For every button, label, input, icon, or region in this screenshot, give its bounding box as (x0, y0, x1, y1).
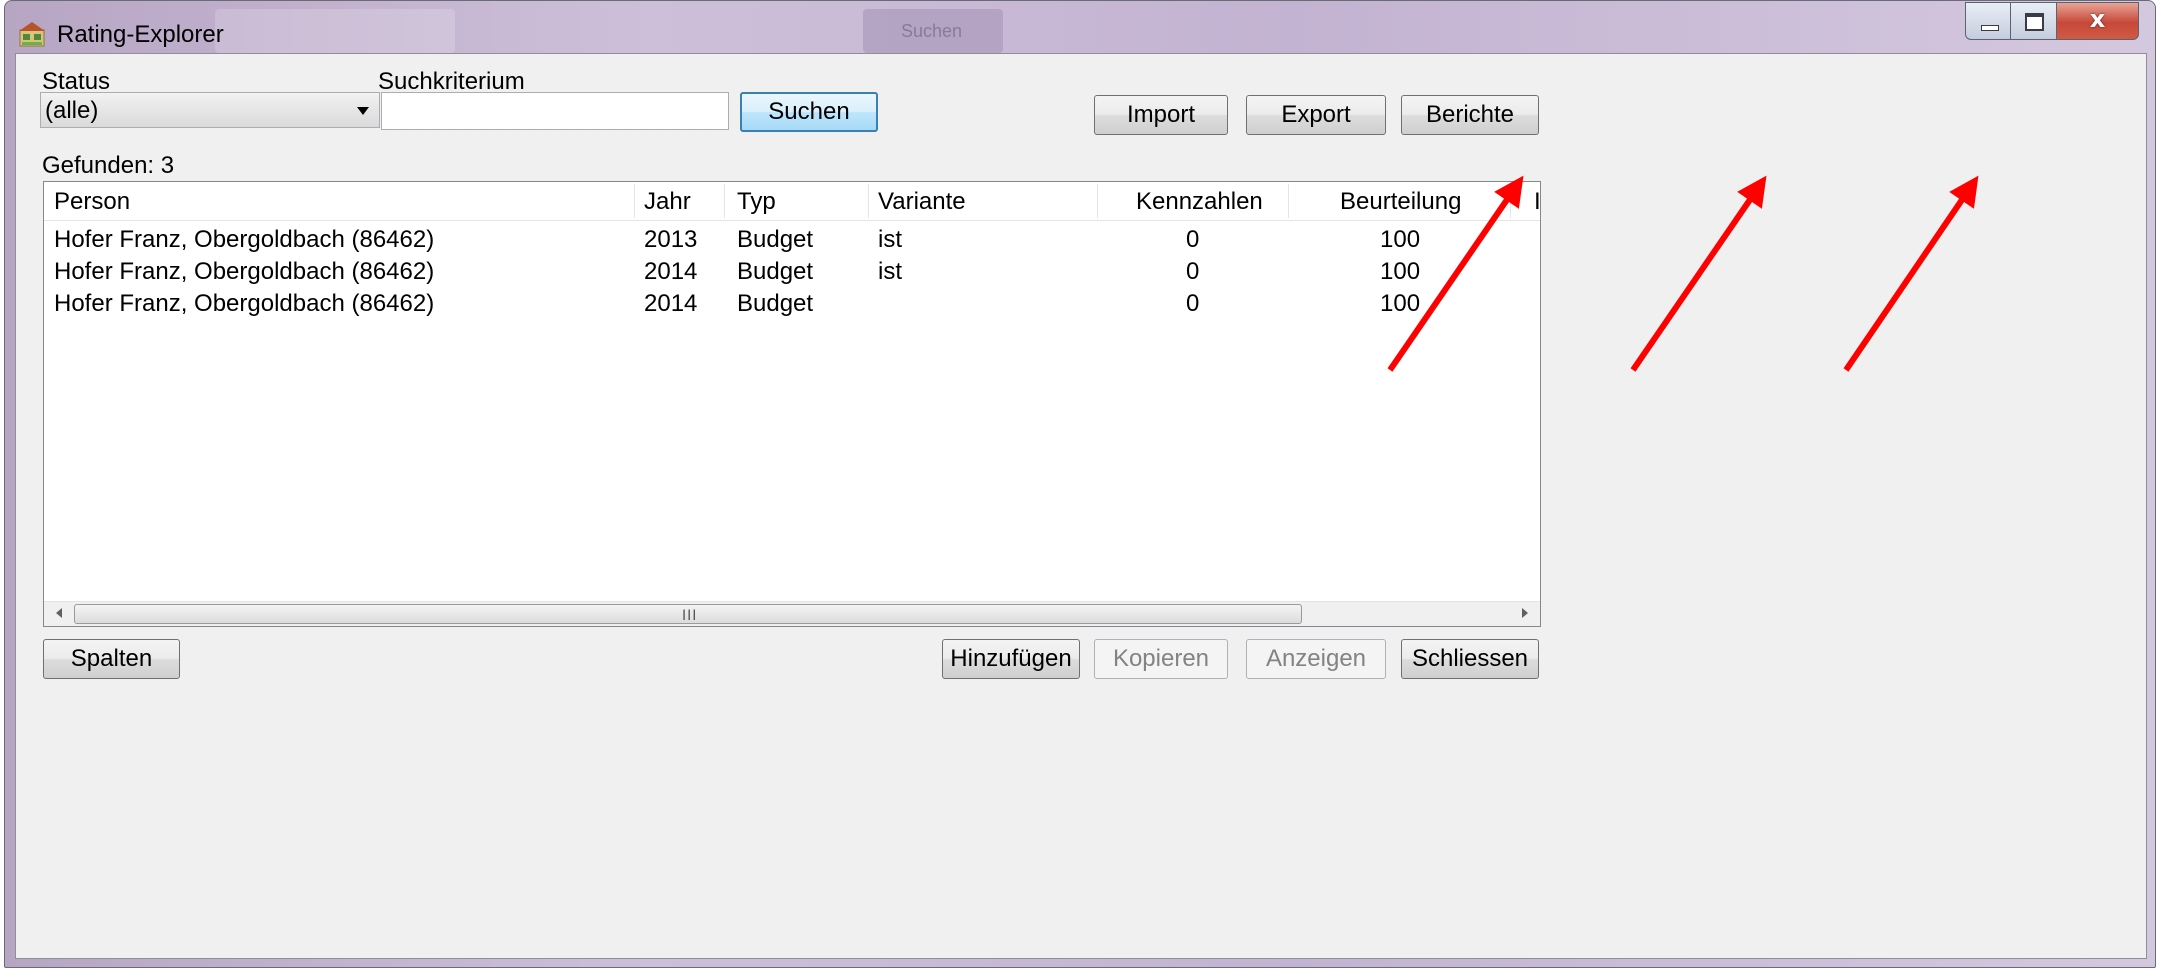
rating-explorer-window: Suchen Rating-Explorer x Status Suchkrit… (4, 0, 2156, 968)
cell-variant: ist (878, 226, 902, 253)
scroll-right-icon[interactable] (1522, 608, 1528, 618)
cell-year: 2014 (644, 290, 698, 317)
close-window-button[interactable]: x (2057, 2, 2139, 40)
import-button[interactable]: Import (1094, 95, 1228, 135)
column-header-year[interactable]: Jahr (644, 182, 691, 220)
columns-button[interactable]: Spalten (43, 639, 180, 679)
cell-assessment: 100 (1380, 226, 1421, 253)
column-header-variant[interactable]: Variante (878, 182, 966, 220)
background-tab-label: Suchen (901, 21, 963, 41)
column-header-next[interactable]: I (1534, 182, 1540, 220)
reports-button[interactable]: Berichte (1401, 95, 1539, 135)
rating-explorer-app-icon (19, 22, 45, 47)
maximize-icon (2025, 13, 2044, 31)
scroll-left-icon[interactable] (56, 608, 62, 618)
minimize-button[interactable] (1965, 2, 2011, 40)
window-client-area: Status Suchkriterium (alle) Suchen Impor… (15, 53, 2147, 959)
column-divider[interactable] (868, 184, 869, 218)
column-header-person[interactable]: Person (54, 182, 130, 220)
caption-buttons: x (1965, 2, 2139, 40)
background-tab: Suchen (863, 9, 1003, 53)
column-divider[interactable] (724, 184, 725, 218)
cell-person: Hofer Franz, Obergoldbach (86462) (54, 258, 435, 285)
cell-key-figures: 0 (1186, 258, 1200, 285)
results-list[interactable]: Person Jahr Typ Variante Kennzahlen Beur… (43, 181, 1541, 627)
export-button[interactable]: Export (1246, 95, 1386, 135)
maximize-button[interactable] (2011, 2, 2057, 40)
cell-type: Budget (737, 226, 814, 253)
column-divider[interactable] (1097, 184, 1098, 218)
cell-year: 2013 (644, 226, 698, 253)
add-button[interactable]: Hinzufügen (942, 639, 1080, 679)
scrollbar-thumb[interactable]: III (74, 604, 1302, 624)
search-input[interactable] (381, 92, 729, 130)
cell-type: Budget (737, 258, 814, 285)
close-button[interactable]: Schliessen (1401, 639, 1539, 679)
table-row[interactable]: Hofer Franz, Obergoldbach (86462) 2014 B… (44, 256, 1540, 288)
status-dropdown-value: (alle) (45, 97, 99, 124)
close-icon: x (2089, 5, 2106, 33)
table-row[interactable]: Hofer Franz, Obergoldbach (86462) 2014 B… (44, 288, 1540, 320)
show-button[interactable]: Anzeigen (1246, 639, 1386, 679)
column-header-key-figures[interactable]: Kennzahlen (1136, 182, 1263, 220)
column-header-type[interactable]: Typ (737, 182, 776, 220)
column-divider[interactable] (1288, 184, 1289, 218)
minimize-icon (1981, 25, 1999, 31)
scrollbar-grip: III (682, 608, 698, 624)
window-title: Rating-Explorer (57, 21, 224, 48)
column-header-assessment[interactable]: Beurteilung (1340, 182, 1461, 220)
copy-button[interactable]: Kopieren (1094, 639, 1228, 679)
chevron-down-icon (357, 107, 369, 115)
cell-type: Budget (737, 290, 814, 317)
search-button[interactable]: Suchen (740, 92, 878, 132)
cell-person: Hofer Franz, Obergoldbach (86462) (54, 226, 435, 253)
cell-assessment: 100 (1380, 258, 1421, 285)
status-dropdown[interactable]: (alle) (40, 92, 380, 128)
background-blur (215, 9, 455, 53)
cell-assessment: 100 (1380, 290, 1421, 317)
results-count: Gefunden: 3 (42, 152, 175, 179)
cell-person: Hofer Franz, Obergoldbach (86462) (54, 290, 435, 317)
cell-key-figures: 0 (1186, 290, 1200, 317)
column-divider[interactable] (1510, 184, 1511, 218)
horizontal-scrollbar[interactable]: III (44, 601, 1540, 626)
cell-key-figures: 0 (1186, 226, 1200, 253)
list-header: Person Jahr Typ Variante Kennzahlen Beur… (44, 182, 1540, 221)
cell-year: 2014 (644, 258, 698, 285)
column-divider[interactable] (634, 184, 635, 218)
cell-variant: ist (878, 258, 902, 285)
table-row[interactable]: Hofer Franz, Obergoldbach (86462) 2013 B… (44, 224, 1540, 256)
